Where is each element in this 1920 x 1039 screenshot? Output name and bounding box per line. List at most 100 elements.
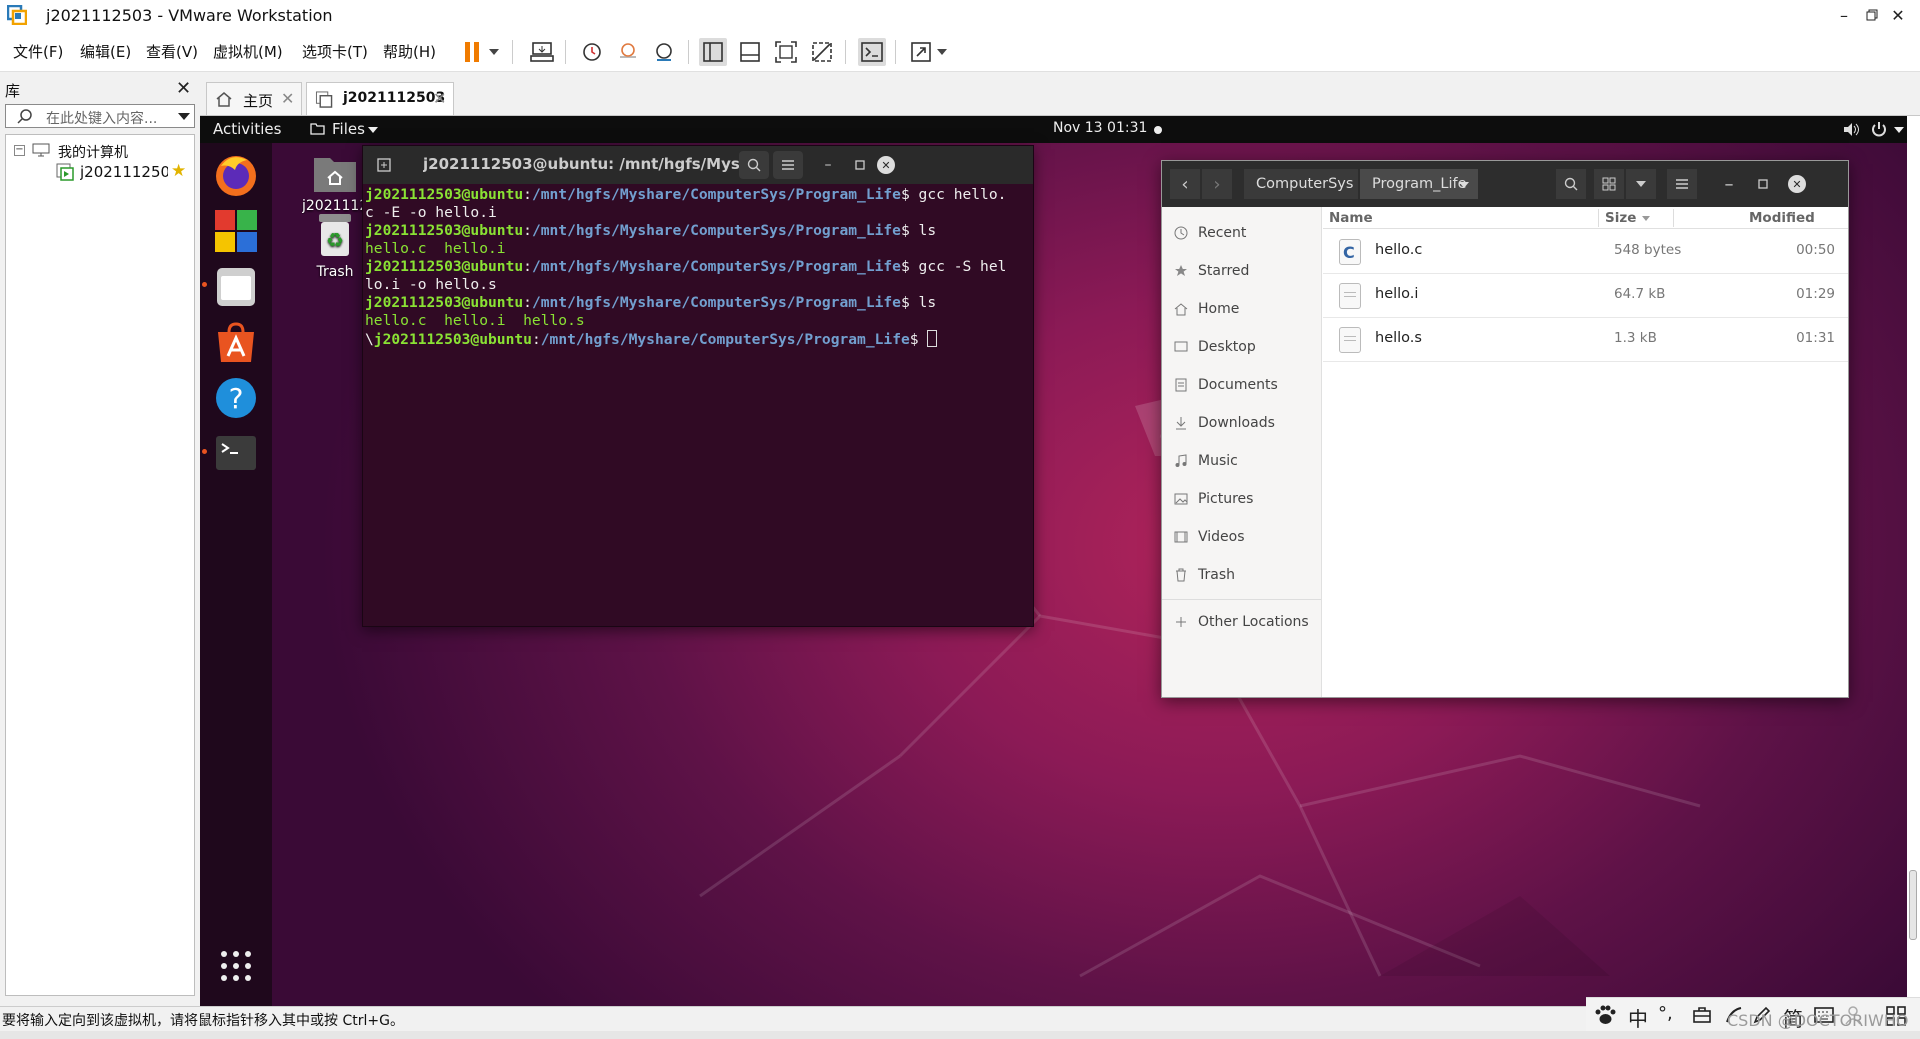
- activities-button[interactable]: Activities: [213, 120, 281, 138]
- files-menu-button[interactable]: [1667, 169, 1697, 199]
- guest-desktop[interactable]: Activities Files Nov 13 01:31 ? j202111 …: [200, 116, 1907, 1006]
- computer-icon: [32, 143, 50, 157]
- column-header-name[interactable]: Name: [1329, 207, 1373, 229]
- revert-snapshot-button[interactable]: [614, 38, 642, 66]
- chevron-down-icon[interactable]: [178, 113, 190, 120]
- desktop-home-folder[interactable]: j2021112503: [300, 152, 370, 214]
- file-row[interactable]: C hello.c 548 bytes 00:50: [1323, 230, 1848, 274]
- ime-chinese-mode[interactable]: 中: [1628, 1003, 1648, 1032]
- view-options-button[interactable]: [1626, 169, 1656, 199]
- tab-home[interactable]: 主页 ✕: [206, 82, 302, 115]
- menu-view[interactable]: 查看(V): [146, 41, 198, 62]
- sidebar-item-music[interactable]: Music: [1174, 453, 1238, 469]
- library-close-icon[interactable]: ✕: [176, 78, 191, 99]
- system-menu-chevron-icon[interactable]: [1894, 127, 1904, 133]
- terminal-maximize-button[interactable]: [845, 151, 875, 179]
- file-row[interactable]: hello.i 64.7 kB 01:29: [1323, 274, 1848, 318]
- files-window[interactable]: ‹ › ComputerSys Program_Life – ✕ Recent …: [1161, 160, 1849, 698]
- dock-files[interactable]: [210, 261, 262, 313]
- menu-edit[interactable]: 编辑(E): [80, 41, 131, 62]
- pause-button[interactable]: [459, 38, 487, 66]
- files-app-menu[interactable]: Files: [332, 120, 365, 138]
- view-toggle-button[interactable]: [1594, 169, 1624, 199]
- tree-collapse-toggle[interactable]: −: [14, 145, 25, 156]
- dock-help[interactable]: ?: [210, 372, 262, 424]
- close-button[interactable]: ✕: [1876, 2, 1920, 28]
- back-button[interactable]: ‹: [1170, 169, 1200, 199]
- chevron-down-icon: [1636, 181, 1646, 187]
- prompt-user: j2021112503@ubuntu: [365, 294, 524, 311]
- menu-vm[interactable]: 虚拟机(M): [213, 41, 283, 62]
- terminal-line: j2021112503@ubuntu:/mnt/hgfs/Myshare/Com…: [365, 258, 1007, 275]
- stretch-dropdown[interactable]: [934, 38, 950, 66]
- tab-vm[interactable]: j2021112503 ✕: [306, 82, 454, 115]
- files-list-view[interactable]: Name Size Modified C hello.c 548 bytes 0…: [1323, 207, 1848, 697]
- tree-item-vm[interactable]: j2021112503: [80, 163, 168, 181]
- sidebar-item-recent[interactable]: Recent: [1174, 225, 1246, 241]
- console-view-button[interactable]: [858, 38, 886, 66]
- picture-icon: [1174, 493, 1188, 505]
- files-search-button[interactable]: [1556, 169, 1586, 199]
- terminal-close-button[interactable]: ✕: [877, 156, 895, 174]
- snapshot-manager-button[interactable]: [650, 38, 678, 66]
- snapshot-button[interactable]: [578, 38, 606, 66]
- column-header-size[interactable]: Size: [1605, 207, 1636, 229]
- terminal-window[interactable]: j2021112503@ubuntu: /mnt/hgfs/Myshare/Co…: [362, 145, 1034, 627]
- files-maximize-button[interactable]: [1748, 169, 1778, 199]
- app-grid-colored-icon: [215, 210, 257, 252]
- volume-icon[interactable]: [1842, 121, 1860, 138]
- menu-tabs[interactable]: 选项卡(T): [302, 41, 368, 62]
- files-close-button[interactable]: ✕: [1788, 175, 1806, 193]
- column-header-modified[interactable]: Modified: [1749, 207, 1815, 229]
- sidebar-item-other-locations[interactable]: Other Locations: [1174, 614, 1309, 630]
- punctuation-icon[interactable]: °,: [1658, 1003, 1673, 1024]
- sidebar-item-trash[interactable]: Trash: [1174, 567, 1235, 583]
- stretch-guest-button[interactable]: [907, 38, 935, 66]
- sidebar-item-starred[interactable]: Starred: [1174, 263, 1249, 279]
- terminal-output[interactable]: j2021112503@ubuntu:/mnt/hgfs/Myshare/Com…: [363, 184, 1033, 626]
- sidebar-item-documents[interactable]: Documents: [1174, 377, 1278, 393]
- desktop-icon: [1174, 341, 1188, 352]
- dock-libreoffice[interactable]: [210, 205, 262, 257]
- dock-terminal[interactable]: [210, 427, 262, 479]
- file-row[interactable]: hello.s 1.3 kB 01:31: [1323, 318, 1848, 362]
- dock-firefox[interactable]: [210, 149, 262, 201]
- power-icon[interactable]: [1870, 121, 1888, 138]
- send-ctrl-alt-del-button[interactable]: [528, 38, 556, 66]
- pause-dropdown[interactable]: [486, 38, 502, 66]
- desktop-trash[interactable]: ♻ Trash: [300, 210, 370, 280]
- files-minimize-button[interactable]: –: [1714, 169, 1744, 199]
- terminal-line: c -E -o hello.i: [365, 204, 497, 221]
- sidebar-label: Videos: [1198, 529, 1245, 545]
- forward-button[interactable]: ›: [1202, 169, 1232, 199]
- paw-icon[interactable]: [1594, 1005, 1616, 1025]
- prompt-path: /mnt/hgfs/Myshare/ComputerSys/Program_Li…: [531, 222, 901, 239]
- library-search-input[interactable]: 在此处键入内容...: [5, 104, 195, 128]
- show-applications-button[interactable]: [210, 940, 262, 992]
- tab-close-icon[interactable]: ✕: [433, 89, 446, 108]
- full-screen-button[interactable]: [772, 38, 800, 66]
- terminal-minimize-button[interactable]: –: [813, 151, 843, 179]
- chevron-down-icon[interactable]: [1459, 182, 1469, 188]
- side-scroll-handle[interactable]: [1909, 870, 1917, 940]
- terminal-search-button[interactable]: [739, 151, 769, 179]
- toolbox-icon[interactable]: [1692, 1005, 1712, 1025]
- clock[interactable]: Nov 13 01:31: [1053, 120, 1147, 136]
- menu-file[interactable]: 文件(F): [13, 41, 63, 62]
- menu-help[interactable]: 帮助(H): [383, 41, 436, 62]
- show-library-button[interactable]: [699, 38, 727, 66]
- unity-mode-button[interactable]: [808, 38, 836, 66]
- show-thumbnail-bar-button[interactable]: [736, 38, 764, 66]
- sidebar-item-pictures[interactable]: Pictures: [1174, 491, 1253, 507]
- sidebar-item-videos[interactable]: Videos: [1174, 529, 1245, 545]
- sidebar-item-home[interactable]: Home: [1174, 301, 1239, 317]
- breadcrumb-computersys[interactable]: ComputerSys: [1244, 169, 1358, 199]
- tab-close-icon[interactable]: ✕: [281, 89, 294, 108]
- tree-item-my-computer[interactable]: 我的计算机: [58, 142, 128, 162]
- terminal-menu-button[interactable]: [773, 151, 803, 179]
- dock-software[interactable]: [210, 317, 262, 369]
- new-tab-button[interactable]: [369, 151, 399, 179]
- sidebar-item-desktop[interactable]: Desktop: [1174, 339, 1256, 355]
- sidebar-item-downloads[interactable]: Downloads: [1174, 415, 1275, 431]
- thumbnail-layout-icon: [740, 42, 760, 62]
